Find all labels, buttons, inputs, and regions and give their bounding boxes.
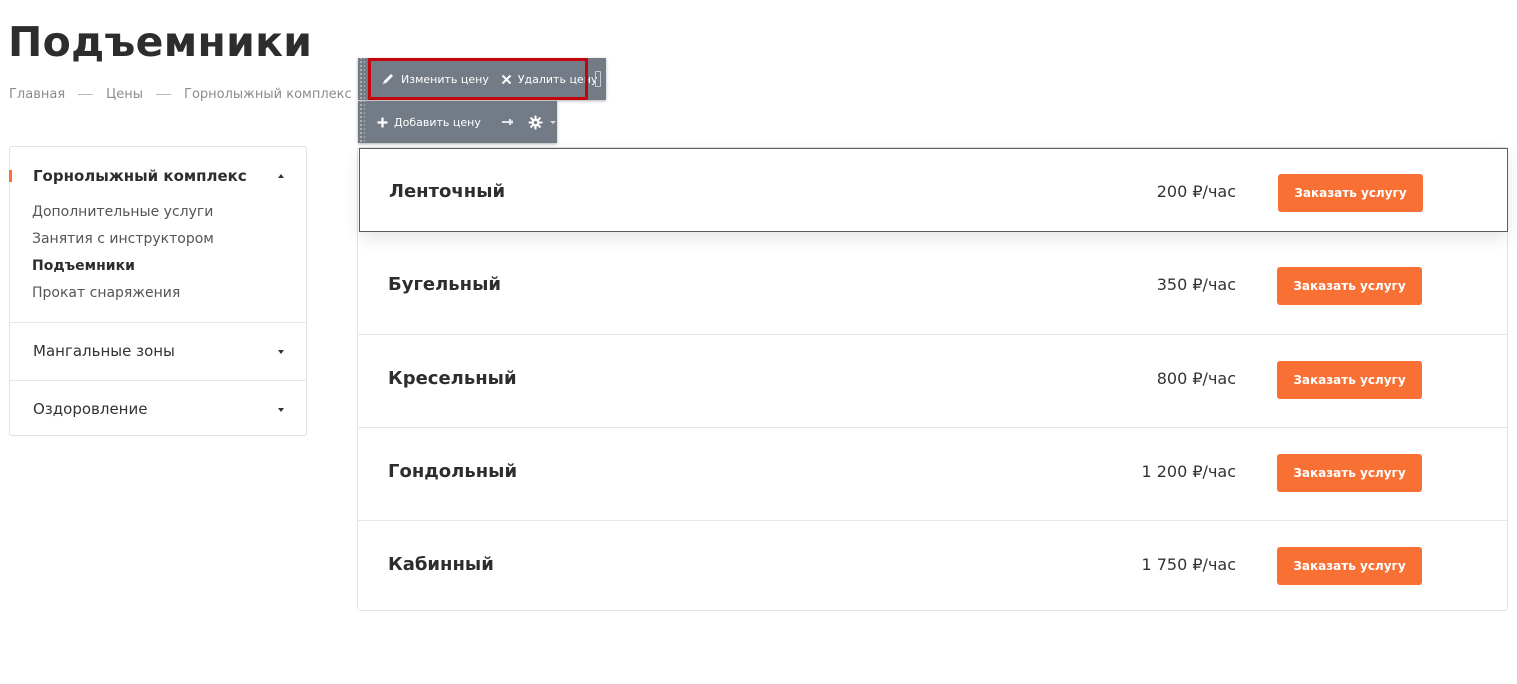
sidebar-item-lifts[interactable]: Подъемники [32, 256, 214, 283]
breadcrumb-ski-complex[interactable]: Горнолыжный комплекс [184, 87, 352, 102]
caret-down-icon[interactable] [278, 408, 284, 412]
service-price: 1 200 ₽/час [1141, 462, 1236, 481]
service-price: 350 ₽/час [1156, 275, 1236, 294]
active-section-marker [9, 170, 12, 182]
page-title: Подъемники [8, 18, 313, 66]
delete-price-label: Удалить цену [517, 72, 598, 86]
caret-down-icon[interactable] [278, 350, 284, 354]
close-icon [501, 74, 512, 85]
sidebar-menu: Горнолыжный комплекс Дополнительные услу… [9, 146, 307, 436]
settings-button[interactable] [522, 101, 562, 143]
order-service-button[interactable]: Заказать услугу [1277, 267, 1422, 305]
add-price-label: Добавить цену [394, 115, 481, 129]
admin-item-toolbar: Изменить цену Удалить цену [358, 58, 606, 100]
edit-price-label: Изменить цену [401, 72, 489, 86]
sidebar-submenu: Дополнительные услуги Занятия с инструкт… [32, 202, 214, 310]
gear-icon [528, 114, 543, 130]
service-price: 1 750 ₽/час [1141, 555, 1236, 574]
service-name: Гондольный [388, 461, 518, 482]
price-list: Ленточный 200 ₽/час Заказать услугу Буге… [357, 147, 1508, 611]
sidebar-section-bbq-zones: Мангальные зоны [10, 323, 306, 381]
breadcrumb-prices[interactable]: Цены [106, 87, 143, 102]
more-icon[interactable] [595, 71, 601, 87]
sidebar-item-bbq-zones[interactable]: Мангальные зоны [33, 342, 175, 360]
chevron-down-icon [549, 120, 556, 124]
sidebar-section-wellness: Оздоровление [10, 381, 306, 438]
price-row: Бугельный 350 ₽/час Заказать услугу [358, 241, 1507, 334]
price-row: Гондольный 1 200 ₽/час Заказать услугу [358, 427, 1507, 520]
service-name: Ленточный [389, 181, 506, 202]
drag-handle[interactable] [358, 58, 365, 100]
breadcrumb-separator [156, 94, 172, 95]
drag-handle[interactable] [358, 101, 365, 143]
order-service-button[interactable]: Заказать услугу [1277, 454, 1422, 492]
sidebar-item-rental[interactable]: Прокат снаряжения [32, 283, 214, 310]
breadcrumb-separator [78, 94, 94, 95]
breadcrumb: Главная Цены Горнолыжный комплекс [9, 87, 393, 102]
pin-button[interactable] [493, 101, 522, 143]
service-price: 200 ₽/час [1156, 182, 1236, 201]
delete-price-button[interactable]: Удалить цену [495, 58, 604, 100]
breadcrumb-home[interactable]: Главная [9, 87, 65, 102]
caret-up-icon[interactable] [278, 174, 284, 178]
service-name: Бугельный [388, 274, 501, 295]
sidebar-item-extra-services[interactable]: Дополнительные услуги [32, 202, 214, 229]
service-name: Кресельный [388, 368, 517, 389]
order-service-button[interactable]: Заказать услугу [1277, 361, 1422, 399]
service-name: Кабинный [388, 554, 494, 575]
price-row: Ленточный 200 ₽/час Заказать услугу [359, 148, 1508, 232]
admin-list-toolbar: Добавить цену [358, 101, 557, 143]
pin-icon [501, 117, 514, 127]
edit-price-button[interactable]: Изменить цену [375, 58, 495, 100]
price-row: Кресельный 800 ₽/час Заказать услугу [358, 334, 1507, 427]
order-service-button[interactable]: Заказать услугу [1278, 174, 1423, 212]
sidebar-section-ski-complex: Горнолыжный комплекс Дополнительные услу… [9, 147, 306, 323]
sidebar-item-wellness[interactable]: Оздоровление [33, 400, 147, 418]
price-row: Кабинный 1 750 ₽/час Заказать услугу [358, 520, 1507, 613]
order-service-button[interactable]: Заказать услугу [1277, 547, 1422, 585]
sidebar-item-ski-complex[interactable]: Горнолыжный комплекс [33, 167, 247, 185]
service-price: 800 ₽/час [1156, 369, 1236, 388]
pencil-icon [381, 72, 395, 86]
plus-icon [377, 117, 388, 128]
sidebar-item-instructor[interactable]: Занятия с инструктором [32, 229, 214, 256]
add-price-button[interactable]: Добавить цену [365, 101, 493, 143]
